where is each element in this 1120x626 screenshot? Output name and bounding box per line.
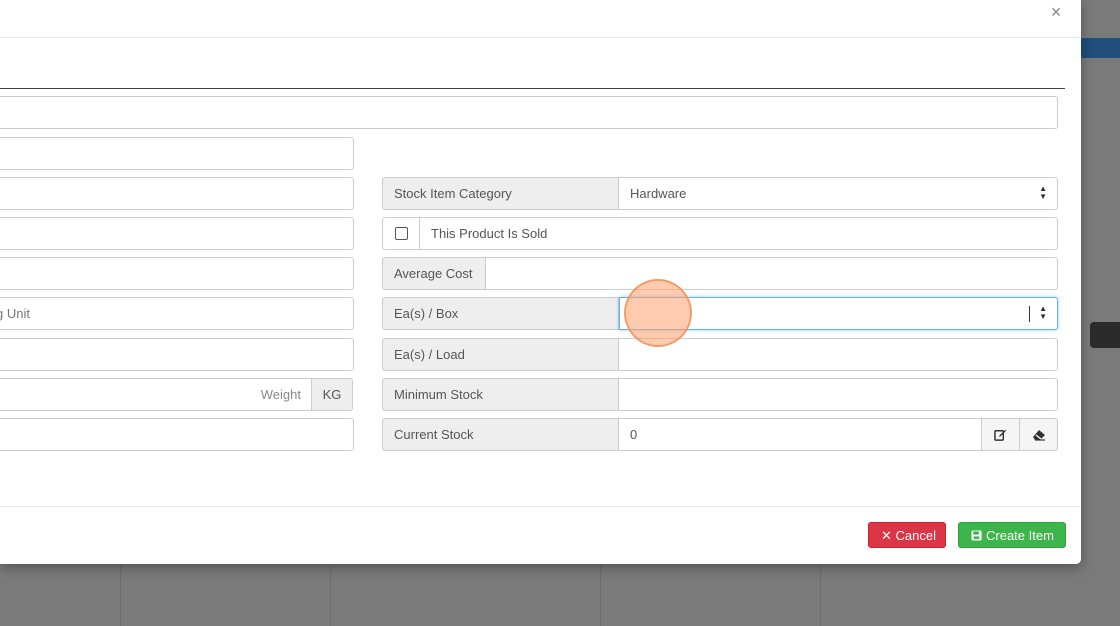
- category-label: Stock Item Category: [382, 177, 619, 210]
- average-cost-input[interactable]: [486, 257, 1058, 290]
- dimensions-input[interactable]: [0, 338, 354, 371]
- edit-icon: [994, 429, 1007, 441]
- current-stock-label: Current Stock: [382, 418, 619, 451]
- sold-checkbox-cell: [382, 217, 420, 250]
- cancel-button[interactable]: ✕ Cancel: [868, 522, 946, 548]
- edit-stock-button[interactable]: [982, 418, 1020, 451]
- background-divider: [820, 560, 821, 626]
- average-cost-group: Average Cost: [382, 257, 1058, 290]
- background-divider: [120, 560, 121, 626]
- modal-footer-divider: [0, 506, 1081, 507]
- sold-checkbox[interactable]: [394, 227, 408, 240]
- eas-box-label: Ea(s) / Box: [382, 297, 619, 330]
- background-element: [1090, 322, 1120, 348]
- create-item-button[interactable]: Create Item: [958, 522, 1066, 548]
- item-code-input[interactable]: [0, 177, 354, 210]
- create-item-modal: × g Unit Weight KG Stock Item Category H…: [0, 0, 1081, 564]
- background-divider: [330, 560, 331, 626]
- eas-load-label: Ea(s) / Load: [382, 338, 619, 371]
- create-item-label: Create Item: [986, 528, 1054, 543]
- eas-box-input[interactable]: ▲ ▼: [619, 297, 1058, 330]
- supplier-input[interactable]: [0, 257, 354, 290]
- weight-input[interactable]: Weight: [0, 378, 312, 411]
- clear-stock-button[interactable]: [1020, 418, 1058, 451]
- description-input[interactable]: [0, 96, 1058, 129]
- weight-placeholder: Weight: [260, 387, 301, 402]
- background-divider: [600, 560, 601, 626]
- tab-underline: [0, 88, 1065, 89]
- current-stock-group: Current Stock 0: [382, 418, 1058, 451]
- eas-load-input[interactable]: [619, 338, 1058, 371]
- text-caret: [1029, 306, 1030, 322]
- eas-load-group: Ea(s) / Load: [382, 338, 1058, 371]
- item-name-input[interactable]: [0, 137, 354, 170]
- stepper-arrows-icon[interactable]: ▲ ▼: [1039, 298, 1047, 329]
- weight-unit-addon: KG: [311, 378, 353, 411]
- notes-input[interactable]: [0, 418, 354, 451]
- modal-header-divider: [0, 37, 1081, 38]
- sold-group: This Product Is Sold: [382, 217, 1058, 250]
- sort-arrows-icon: ▲ ▼: [1039, 184, 1047, 202]
- background-button: [1080, 38, 1120, 58]
- category-select[interactable]: Hardware ▲ ▼: [619, 177, 1058, 210]
- min-stock-label: Minimum Stock: [382, 378, 619, 411]
- save-icon: [971, 530, 982, 541]
- sold-label: This Product Is Sold: [420, 217, 1058, 250]
- eraser-icon: [1032, 429, 1045, 441]
- close-icon[interactable]: ×: [1046, 2, 1066, 22]
- average-cost-label: Average Cost: [382, 257, 486, 290]
- min-stock-input[interactable]: [619, 378, 1058, 411]
- eas-box-group: Ea(s) / Box ▲ ▼: [382, 297, 1058, 330]
- current-stock-value: 0: [619, 418, 982, 451]
- category-value: Hardware: [630, 186, 687, 201]
- category-group: Stock Item Category Hardware ▲ ▼: [382, 177, 1058, 210]
- unit-placeholder: g Unit: [0, 306, 30, 321]
- unit-input[interactable]: g Unit: [0, 297, 354, 330]
- barcode-input[interactable]: [0, 217, 354, 250]
- min-stock-group: Minimum Stock: [382, 378, 1058, 411]
